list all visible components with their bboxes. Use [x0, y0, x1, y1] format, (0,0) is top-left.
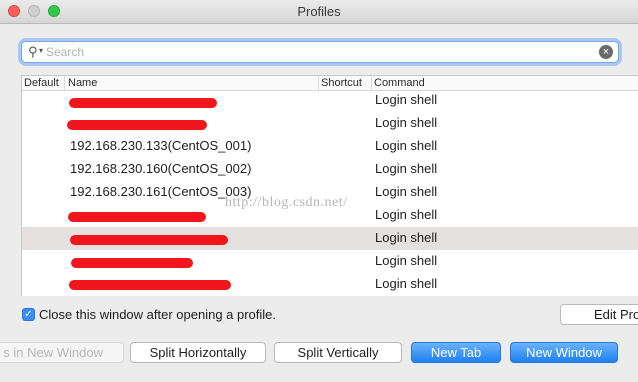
column-header-name[interactable]: Name [65, 76, 319, 90]
table-row[interactable]: 192.168.230.160(CentOS_002) Login shell [22, 158, 638, 181]
command-cell: Login shell [375, 230, 438, 245]
redaction-mark [69, 98, 217, 108]
name-cell: 192.168.230.160(CentOS_002) [70, 161, 252, 176]
column-header-default[interactable]: Default [22, 76, 65, 90]
table-row[interactable]: Login shell [22, 89, 638, 112]
table-row[interactable]: 192.168.230.133(CentOS_001) Login shell [22, 135, 638, 158]
table-row[interactable]: Login shell [22, 273, 638, 296]
column-header-shortcut[interactable]: Shortcut [319, 76, 372, 90]
table-row-selected[interactable]: Login shell [22, 227, 638, 250]
close-after-open-option[interactable]: ✓ Close this window after opening a prof… [22, 307, 276, 322]
column-header-command[interactable]: Command [372, 76, 638, 90]
command-cell: Login shell [375, 253, 438, 268]
split-horizontally-button[interactable]: Split Horizontally [130, 342, 266, 363]
command-cell: Login shell [375, 161, 438, 176]
redaction-mark [71, 258, 193, 268]
window-title: Profiles [297, 4, 341, 19]
close-after-open-label: Close this window after opening a profil… [39, 307, 277, 322]
search-icon[interactable]: ⚲ [28, 44, 38, 60]
command-cell: Login shell [375, 276, 438, 291]
checkmark-icon[interactable]: ✓ [22, 308, 35, 321]
new-window-button[interactable]: New Window [510, 342, 618, 363]
search-field[interactable]: ⚲ ▾ × [21, 41, 619, 63]
new-tab-button[interactable]: New Tab [411, 342, 501, 363]
table-row[interactable]: Login shell [22, 112, 638, 135]
split-vertically-button[interactable]: Split Vertically [274, 342, 402, 363]
watermark: http://blog.csdn.net/ [225, 195, 348, 210]
title-bar: Profiles [0, 0, 638, 24]
chevron-down-icon[interactable]: ▾ [39, 46, 43, 55]
redaction-mark [70, 235, 228, 245]
profiles-table[interactable]: Default Name Shortcut Command Login shel… [21, 75, 638, 296]
command-cell: Login shell [375, 207, 438, 222]
tabs-in-new-window-button[interactable]: s in New Window [0, 342, 124, 363]
search-input[interactable] [46, 43, 586, 61]
edit-profiles-button[interactable]: Edit Pro [560, 304, 638, 325]
command-cell: Login shell [375, 184, 438, 199]
redaction-mark [68, 212, 206, 222]
command-cell: Login shell [375, 138, 438, 153]
command-cell: Login shell [375, 92, 438, 107]
clear-icon[interactable]: × [599, 45, 613, 59]
table-row[interactable]: Login shell [22, 250, 638, 273]
redaction-mark [67, 120, 207, 130]
redaction-mark [69, 280, 231, 290]
name-cell: 192.168.230.133(CentOS_001) [70, 138, 252, 153]
command-cell: Login shell [375, 115, 438, 130]
